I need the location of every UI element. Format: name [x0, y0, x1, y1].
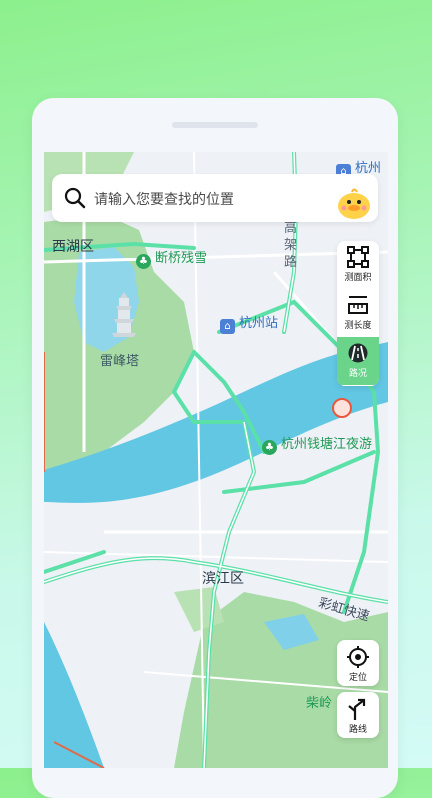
label-gaojia: 高 架 路 [284, 220, 297, 271]
label-xihu-district: 西湖区 [52, 239, 94, 255]
poi-hangzhou-station[interactable]: ⌂ 杭州站 [220, 312, 278, 334]
label-chailing: 柴岭 [306, 696, 333, 711]
route-button[interactable]: 路线 [337, 692, 379, 738]
poi-hangzhou-station-label: 杭州站 [239, 316, 279, 331]
search-placeholder: 请输入您要查找的位置 [94, 192, 234, 208]
poi-duanqiao[interactable]: ♣ 断桥残雪 [136, 247, 207, 269]
search-bar[interactable]: 请输入您要查找的位置 [52, 174, 378, 222]
speaker-notch [172, 122, 258, 128]
label-gaojia-3: 路 [284, 255, 298, 270]
length-measure-icon [348, 296, 368, 314]
area-measure-button[interactable]: 测面积 [337, 241, 379, 289]
road-6 [342, 390, 381, 614]
park-pin-icon: ♣ [136, 254, 151, 269]
locate-button[interactable]: 定位 [337, 640, 379, 686]
marker-red [332, 398, 352, 418]
road-9 [44, 550, 106, 574]
traffic-button[interactable]: 路况 [337, 337, 379, 385]
poi-qiantang-night[interactable]: ♣ 杭州钱塘江夜游 [262, 433, 372, 455]
label-binjiang: 滨江区 [202, 571, 244, 587]
label-gaojia-2: 架 [284, 238, 298, 253]
route-icon [348, 698, 366, 720]
train-station-icon: ⌂ [220, 319, 235, 334]
park-pin-icon: ♣ [262, 440, 277, 455]
traffic-label: 路况 [348, 369, 367, 379]
label-gaojia-1: 高 [284, 221, 298, 236]
area-measure-icon [347, 246, 369, 268]
label-leifeng: 雷峰塔 [100, 354, 140, 369]
traffic-icon [348, 343, 368, 363]
length-measure-button[interactable]: 测长度 [337, 289, 379, 337]
poi-duanqiao-label: 断桥残雪 [155, 251, 208, 266]
search-icon [64, 187, 86, 209]
river-south [44, 622, 104, 768]
area-measure-label: 测面积 [344, 273, 372, 283]
route-label: 路线 [348, 725, 367, 735]
locate-icon [347, 646, 369, 668]
length-measure-label: 测长度 [344, 321, 372, 331]
locate-label: 定位 [348, 673, 367, 683]
duck-mascot-icon[interactable] [336, 186, 372, 220]
poi-qiantang-night-label: 杭州钱塘江夜游 [281, 437, 373, 452]
tool-panel: 测面积 测长度 路况 [337, 241, 379, 386]
